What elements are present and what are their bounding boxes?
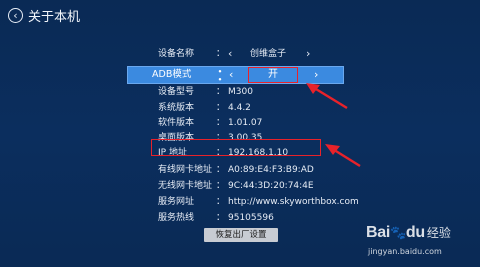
watermark-subtitle: 经验 <box>426 226 451 240</box>
baidu-logo-paw-icon: 🐾 <box>390 225 406 240</box>
red-arrow-icon <box>325 144 361 168</box>
baidu-logo-2: du <box>405 224 425 241</box>
baidu-logo: Bai <box>366 224 390 241</box>
watermark-url: jingyan.baidu.com <box>368 247 442 256</box>
red-arrow-icon <box>306 83 348 110</box>
baidu-watermark: Bai🐾du 经验 <box>366 224 451 242</box>
